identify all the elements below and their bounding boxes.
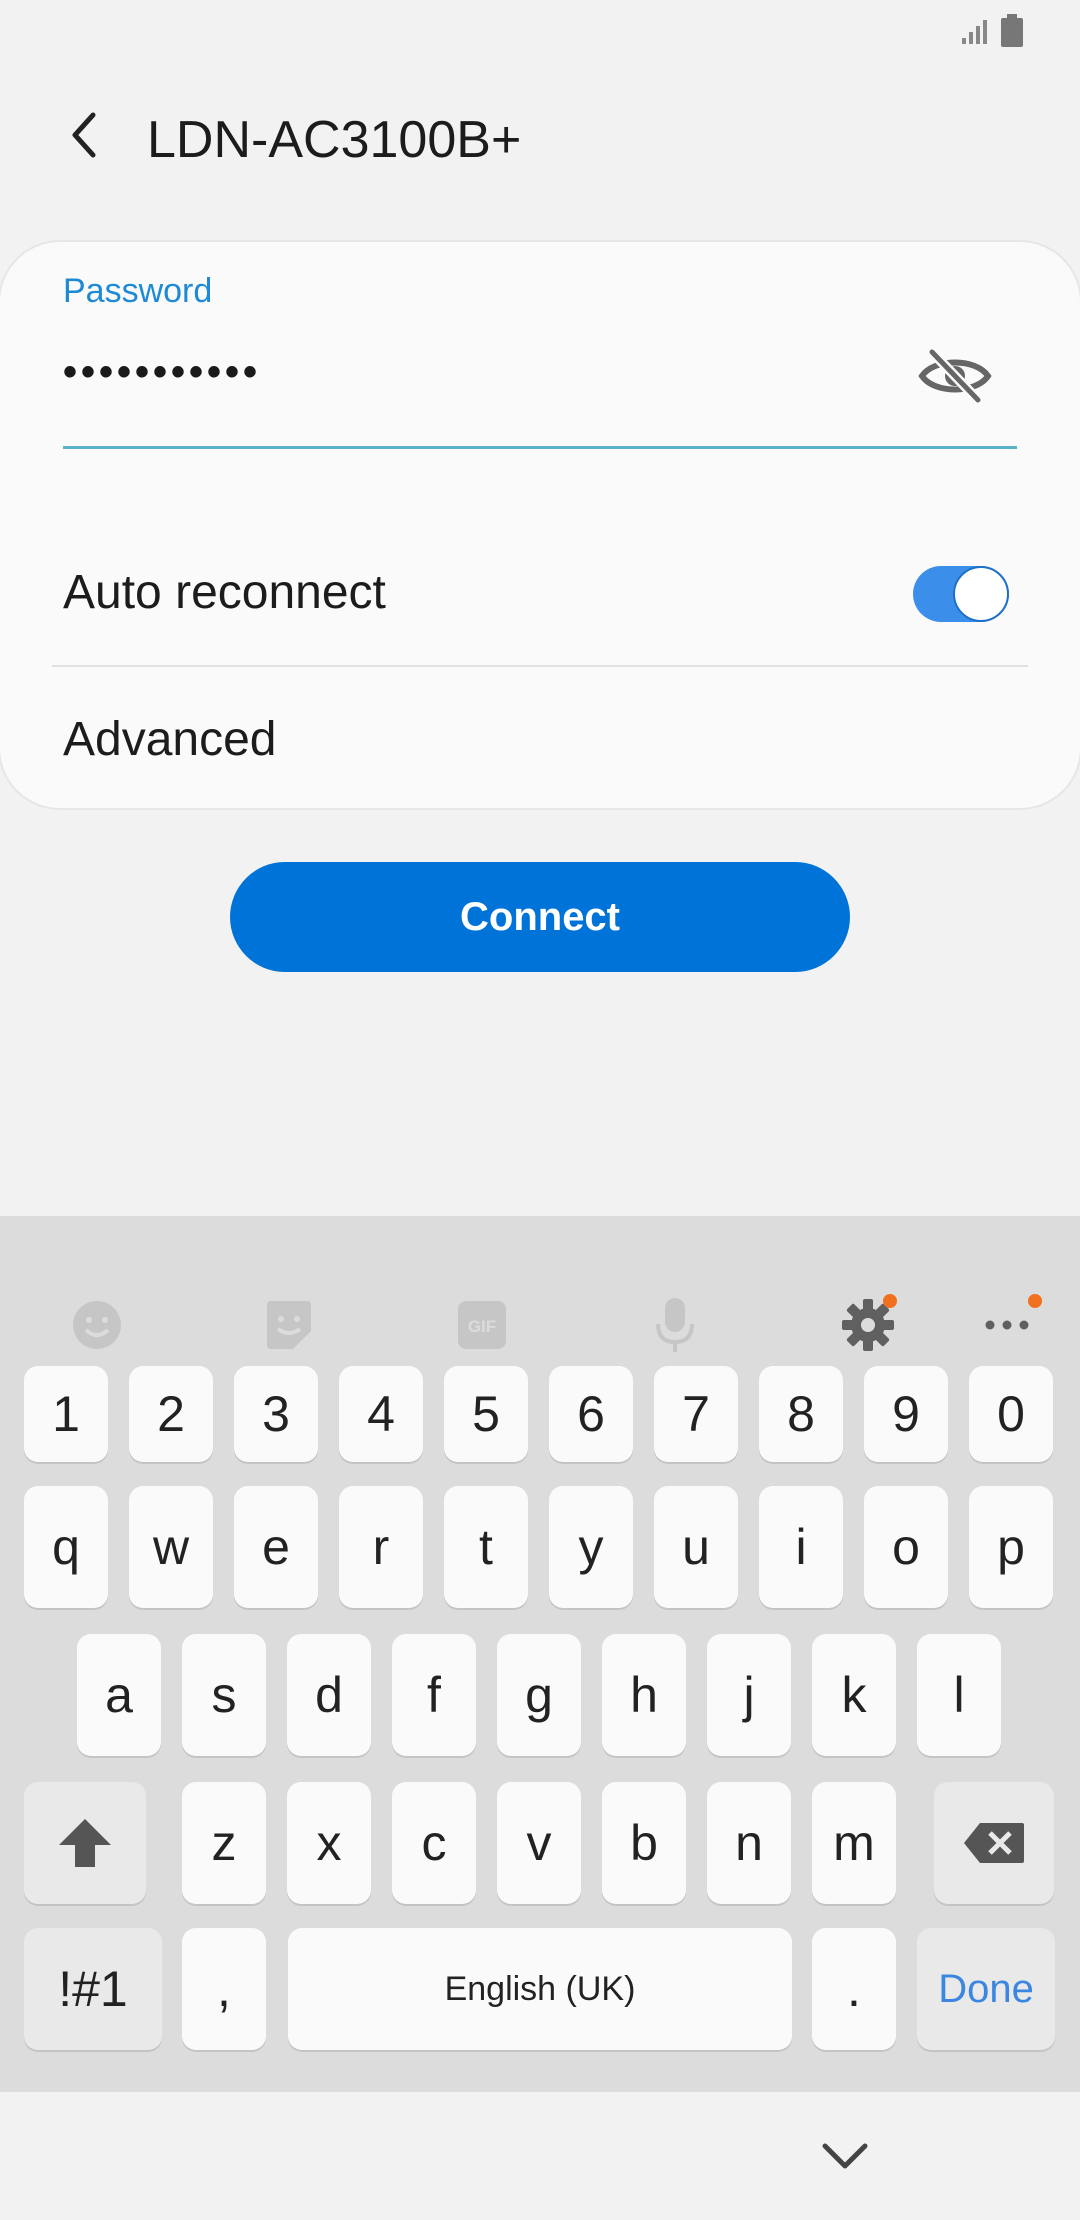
key-2[interactable]: 2: [129, 1366, 213, 1462]
key-j[interactable]: j: [707, 1634, 791, 1756]
navigation-bar: [0, 2092, 1080, 2220]
key-h[interactable]: h: [602, 1634, 686, 1756]
notification-dot: [883, 1294, 897, 1308]
key-0[interactable]: 0: [969, 1366, 1053, 1462]
status-bar: [0, 0, 1080, 60]
page-title: LDN-AC3100B+: [147, 111, 522, 169]
key-p[interactable]: p: [969, 1486, 1053, 1608]
key-4[interactable]: 4: [339, 1366, 423, 1462]
password-field[interactable]: •••••••••••: [63, 350, 261, 395]
space-key[interactable]: English (UK): [288, 1928, 792, 2050]
signal-icon: [962, 20, 987, 44]
key-e[interactable]: e: [234, 1486, 318, 1608]
notification-dot: [1028, 1294, 1042, 1308]
key-m[interactable]: m: [812, 1782, 896, 1904]
key-w[interactable]: w: [129, 1486, 213, 1608]
key-u[interactable]: u: [654, 1486, 738, 1608]
key-r[interactable]: r: [339, 1486, 423, 1608]
key-o[interactable]: o: [864, 1486, 948, 1608]
gif-icon[interactable]: GIF: [447, 1290, 517, 1360]
keyboard: GIF 1 2 3 4 5 6 7 8 9 0 q w e r t y u i …: [0, 1216, 1080, 2092]
key-3[interactable]: 3: [234, 1366, 318, 1462]
key-s[interactable]: s: [182, 1634, 266, 1756]
shift-arrow-icon: [59, 1819, 111, 1867]
advanced-option[interactable]: Advanced: [63, 712, 277, 767]
connect-button[interactable]: Connect: [230, 862, 850, 972]
key-n[interactable]: n: [707, 1782, 791, 1904]
microphone-icon[interactable]: [640, 1290, 710, 1360]
key-9[interactable]: 9: [864, 1366, 948, 1462]
key-8[interactable]: 8: [759, 1366, 843, 1462]
key-v[interactable]: v: [497, 1782, 581, 1904]
toggle-knob: [953, 566, 1009, 622]
key-b[interactable]: b: [602, 1782, 686, 1904]
auto-reconnect-toggle[interactable]: [913, 566, 1009, 622]
battery-icon: [1001, 14, 1023, 47]
comma-key[interactable]: ,: [182, 1928, 266, 2050]
key-1[interactable]: 1: [24, 1366, 108, 1462]
key-i[interactable]: i: [759, 1486, 843, 1608]
key-y[interactable]: y: [549, 1486, 633, 1608]
eye-off-icon: [918, 348, 992, 404]
hide-keyboard-button[interactable]: [810, 2120, 880, 2190]
backspace-key[interactable]: [934, 1782, 1054, 1904]
key-7[interactable]: 7: [654, 1366, 738, 1462]
key-a[interactable]: a: [77, 1634, 161, 1756]
key-l[interactable]: l: [917, 1634, 1001, 1756]
backspace-icon: [964, 1823, 1024, 1863]
back-arrow-icon: [72, 112, 96, 158]
key-f[interactable]: f: [392, 1634, 476, 1756]
key-t[interactable]: t: [444, 1486, 528, 1608]
svg-text:GIF: GIF: [468, 1317, 496, 1336]
password-underline: [63, 446, 1017, 449]
key-c[interactable]: c: [392, 1782, 476, 1904]
chevron-down-icon: [822, 2143, 868, 2169]
divider: [52, 665, 1028, 667]
more-options-icon[interactable]: [972, 1290, 1042, 1360]
settings-icon[interactable]: [833, 1290, 903, 1360]
symbols-key[interactable]: !#1: [24, 1928, 162, 2050]
auto-reconnect-label: Auto reconnect: [63, 566, 386, 619]
key-d[interactable]: d: [287, 1634, 371, 1756]
key-k[interactable]: k: [812, 1634, 896, 1756]
done-key[interactable]: Done: [917, 1928, 1055, 2050]
shift-key[interactable]: [24, 1782, 146, 1904]
back-button[interactable]: [50, 100, 120, 170]
password-label: Password: [63, 272, 213, 310]
period-key[interactable]: .: [812, 1928, 896, 2050]
sticker-icon[interactable]: [254, 1290, 324, 1360]
key-q[interactable]: q: [24, 1486, 108, 1608]
key-g[interactable]: g: [497, 1634, 581, 1756]
key-5[interactable]: 5: [444, 1366, 528, 1462]
emoji-icon[interactable]: [62, 1290, 132, 1360]
show-password-button[interactable]: [910, 340, 1000, 412]
key-z[interactable]: z: [182, 1782, 266, 1904]
key-x[interactable]: x: [287, 1782, 371, 1904]
key-6[interactable]: 6: [549, 1366, 633, 1462]
